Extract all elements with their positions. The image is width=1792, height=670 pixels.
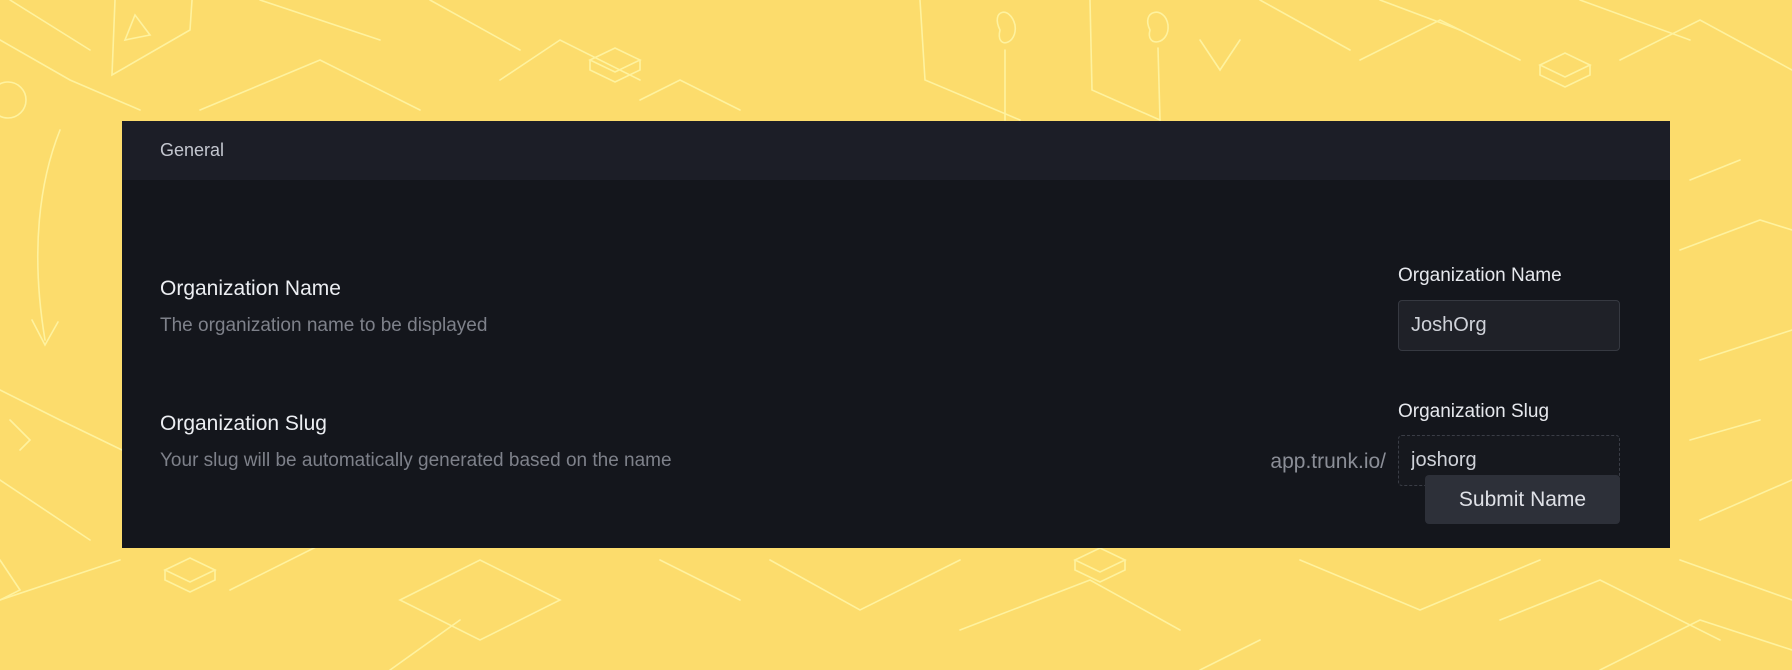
org-name-input[interactable] [1398,300,1620,351]
org-slug-field-label: Organization Slug [1398,401,1550,422]
org-slug-description: Your slug will be automatically generate… [160,450,672,471]
section-title: General [160,140,225,160]
section-header: General [122,121,1670,180]
org-name-title: Organization Name [160,277,341,300]
slug-url-prefix: app.trunk.io/ [1270,450,1386,473]
org-name-description: The organization name to be displayed [160,315,488,336]
org-slug-title: Organization Slug [160,412,327,435]
settings-panel: General Organization Name The organizati… [122,121,1670,548]
submit-name-button[interactable]: Submit Name [1425,475,1620,524]
org-name-field-label: Organization Name [1398,265,1562,286]
